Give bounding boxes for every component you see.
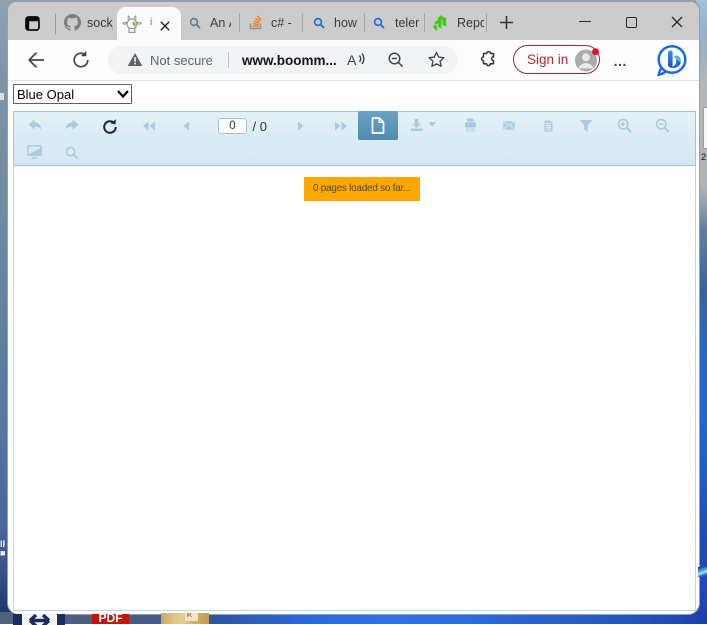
svg-text:A: A — [347, 52, 357, 68]
